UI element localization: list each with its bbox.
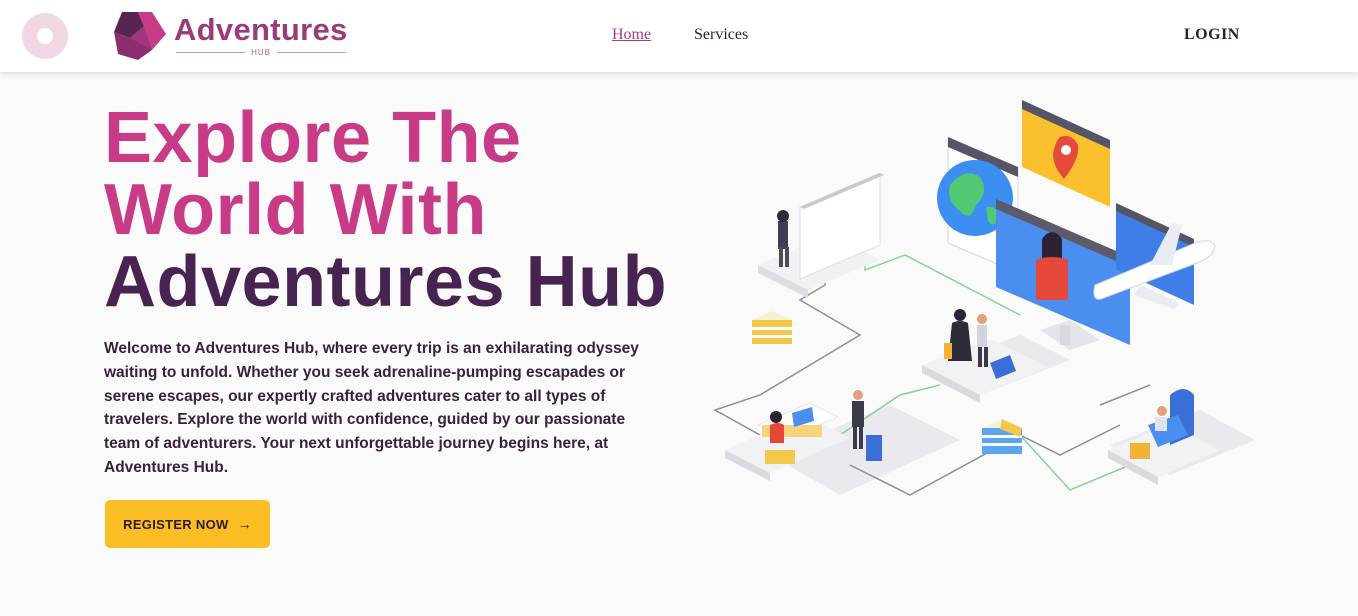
hero-title: Explore The World With Adventures Hub [104, 102, 667, 318]
main-monitor [996, 199, 1130, 350]
server-stack-center [982, 419, 1022, 454]
hero-title-line-3: Adventures Hub [104, 242, 668, 322]
hero-description: Welcome to Adventures Hub, where every t… [104, 340, 639, 476]
hero-title-line-1: Explore The [104, 98, 522, 178]
travel-network-illustration [713, 100, 1255, 496]
arrow-right-icon: → [237, 516, 252, 532]
login-link[interactable]: LOGIN [1184, 26, 1240, 44]
server-stack-left [752, 311, 792, 344]
logo-mark-icon [114, 12, 166, 60]
nav-link-home[interactable]: Home [612, 26, 651, 44]
top-navigation-bar: Adventures HUB Home Services LOGIN [0, 0, 1358, 72]
register-now-label: REGISTER NOW [123, 516, 229, 532]
nav-link-services[interactable]: Services [694, 26, 748, 44]
brand-logo[interactable]: Adventures HUB [108, 10, 353, 62]
hero-title-line-2: World With [104, 170, 487, 250]
map-pin-window [1022, 100, 1110, 207]
brand-subtitle-row: HUB [176, 47, 347, 57]
register-now-button[interactable]: REGISTER NOW → [105, 500, 270, 548]
brand-name: Adventures [174, 12, 348, 47]
decorative-circle-icon [22, 13, 68, 59]
brand-subtitle: HUB [251, 47, 271, 57]
monitor-station [758, 172, 884, 298]
